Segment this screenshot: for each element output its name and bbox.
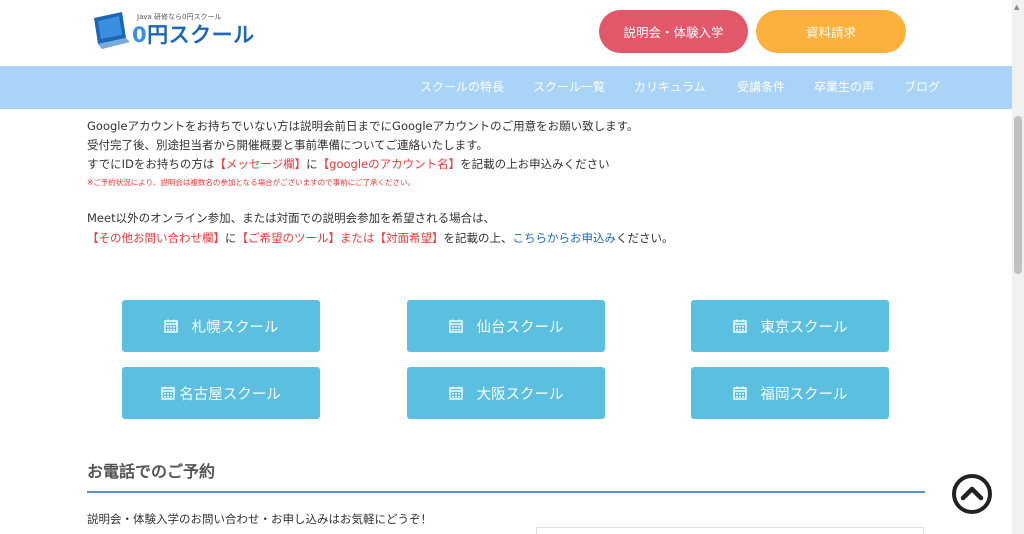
nav-item-testimonials[interactable]: 卒業生の声	[814, 66, 874, 109]
calendar-icon	[161, 386, 175, 400]
text-segment: に	[306, 157, 318, 171]
calendar-icon	[448, 319, 463, 333]
highlight-preferred-tool: 【ご希望のツール】または【対面希望】	[236, 231, 444, 245]
nav-item-school-list[interactable]: スクール一覧	[533, 66, 605, 109]
phone-info-box	[536, 527, 924, 534]
back-to-top-chevron-up-icon[interactable]	[951, 473, 993, 515]
school-button-osaka[interactable]: 大阪スクール	[407, 367, 605, 419]
nav-item-blog[interactable]: ブログ	[904, 66, 940, 109]
calendar-icon	[732, 319, 747, 333]
logo-zero: 0	[132, 23, 148, 47]
logo-wordmark: 0円スクール	[132, 19, 255, 49]
nav-item-features[interactable]: スクールの特長	[420, 66, 504, 109]
text-segment: ください。	[616, 231, 674, 245]
text-segment: すでにIDをお持ちの方は	[87, 157, 215, 171]
school-button-sapporo[interactable]: 札幌スクール	[122, 300, 320, 352]
text-segment: に	[225, 231, 237, 245]
school-button-fukuoka[interactable]: 福岡スクール	[691, 367, 889, 419]
apply-here-link[interactable]: こちらからお申込み	[513, 231, 617, 245]
school-label: 東京スクール	[760, 319, 848, 336]
highlight-other-inquiry: 【その他お問い合わせ欄】	[87, 231, 225, 245]
section-divider	[87, 491, 925, 493]
intro-line-instructions: 【その他お問い合わせ欄】に【ご希望のツール】または【対面希望】を記載の上、こちら…	[87, 230, 674, 246]
text-segment: を記載の上、	[443, 231, 513, 245]
school-button-tokyo[interactable]: 東京スクール	[691, 300, 889, 352]
school-label: 福岡スクール	[760, 386, 848, 403]
calendar-icon	[163, 319, 178, 333]
school-button-nagoya[interactable]: 名古屋スクール	[122, 367, 320, 419]
calendar-icon	[732, 386, 747, 400]
school-label: 名古屋スクール	[179, 386, 281, 403]
logo-name: 円スクール	[147, 23, 255, 47]
intro-line-confirmation: 受付完了後、別途担当者から開催概要と事前準備についてご連絡いたします。	[87, 138, 489, 152]
scrollbar-thumb[interactable]	[1014, 116, 1022, 274]
calendar-icon	[448, 386, 463, 400]
laptop-logo-icon	[94, 12, 130, 49]
school-button-sendai[interactable]: 仙台スクール	[407, 300, 605, 352]
request-documents-button[interactable]: 資料請求	[756, 10, 906, 53]
reservation-note: ※ご予約状況により、説明会は複数名の参加となる場合がございますので事前にご了承く…	[87, 178, 415, 187]
main-nav: スクールの特長 スクール一覧 カリキュラム 受講条件 卒業生の声 ブログ	[0, 66, 1012, 109]
seminar-signup-button[interactable]: 説明会・体験入学	[599, 10, 748, 53]
text-segment: を記載の上お申込みください	[460, 157, 610, 171]
highlight-google-account: 【googleのアカウント名】	[317, 157, 461, 171]
highlight-message-field: 【メッセージ欄】	[214, 157, 307, 171]
school-label: 大阪スクール	[476, 386, 564, 403]
intro-line-google-account: Googleアカウントをお持ちでいない方は説明会前日までにGoogleアカウント…	[87, 119, 639, 133]
school-label: 仙台スクール	[476, 319, 564, 336]
nav-item-curriculum[interactable]: カリキュラム	[634, 66, 706, 109]
nav-item-requirements[interactable]: 受講条件	[737, 66, 785, 109]
intro-line-other-participation: Meet以外のオンライン参加、または対面での説明会参加を希望される場合は、	[87, 211, 496, 225]
phone-section-description: 説明会・体験入学のお問い合わせ・お申し込みはお気軽にどうぞ！	[87, 512, 432, 526]
phone-section-title: お電話でのご予約	[87, 462, 216, 481]
school-label: 札幌スクール	[191, 319, 279, 336]
intro-line-existing-id: すでにIDをお持ちの方は【メッセージ欄】に【googleのアカウント名】を記載の…	[87, 156, 610, 172]
scroll-up-arrow-icon[interactable]: ▲	[1014, 3, 1019, 11]
site-header: Java 研修なら0円スクール 0円スクール 説明会・体験入学 資料請求	[0, 0, 1024, 66]
